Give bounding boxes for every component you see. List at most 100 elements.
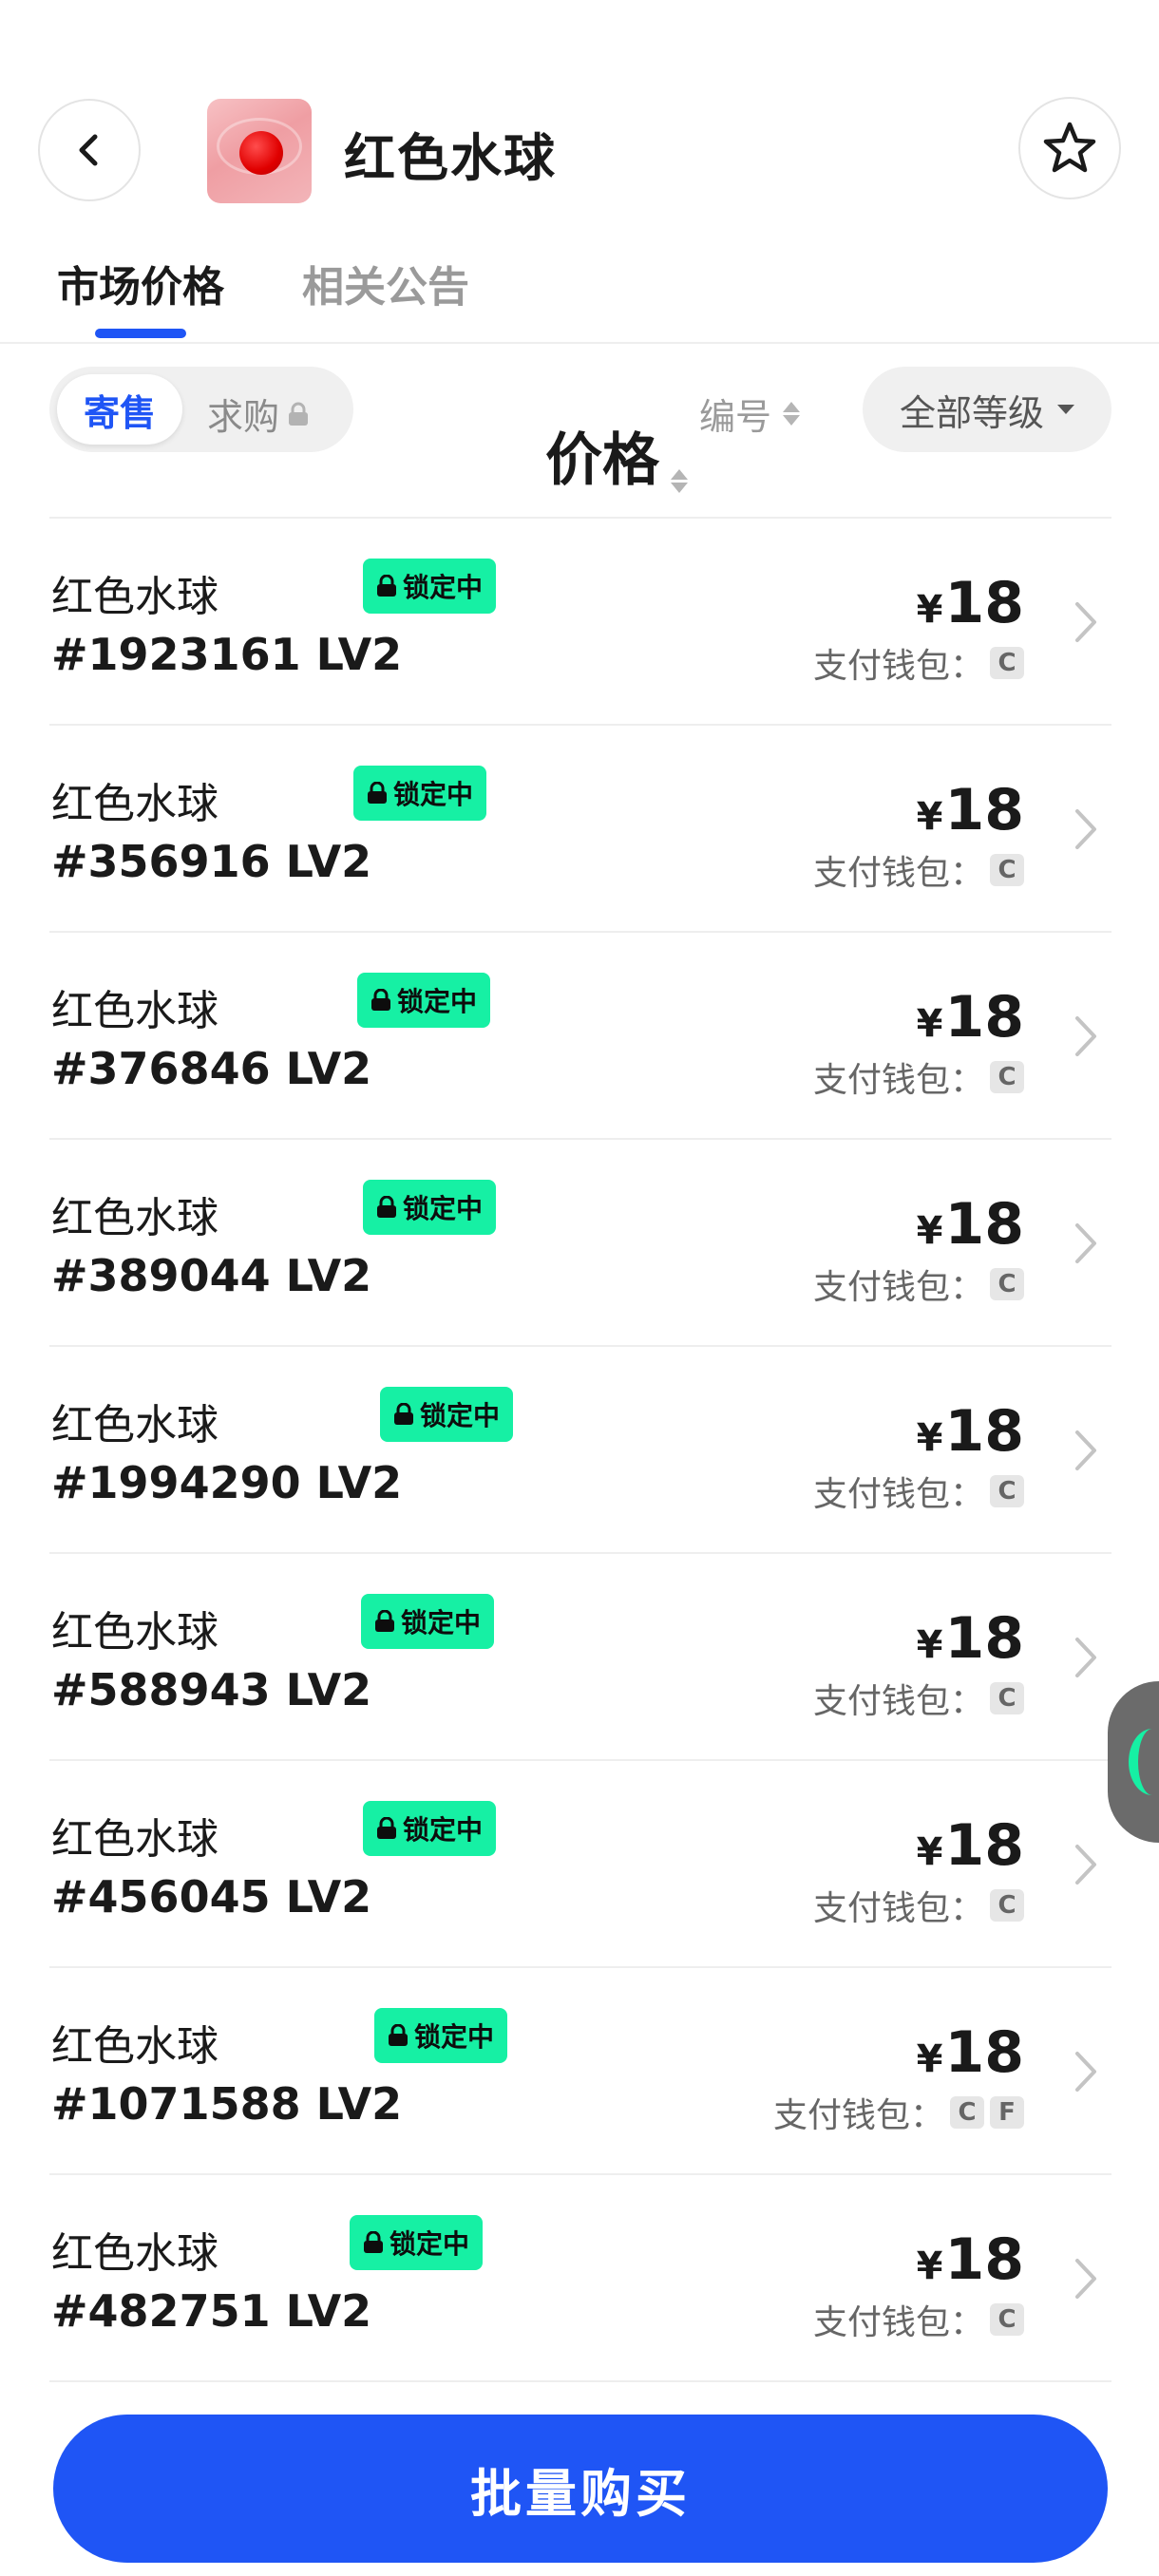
caret-down-icon <box>1057 405 1074 414</box>
listing-row[interactable]: 红色水球 锁定中 #588943 LV2 ¥ 18 支付钱包： C <box>49 1554 1112 1761</box>
item-name: 红色水球 <box>51 573 218 621</box>
listing-row[interactable]: 红色水球 锁定中 #389044 LV2 ¥ 18 支付钱包： C <box>49 1140 1112 1347</box>
item-serial: #482751 LV2 <box>51 2285 372 2337</box>
item-name: 红色水球 <box>51 1194 218 1242</box>
status-badge: 锁定中 <box>357 973 491 1028</box>
sort-arrows-icon <box>783 402 801 426</box>
payment-wallets: 支付钱包： C <box>813 845 1024 895</box>
wallet-tag: C <box>990 1061 1024 1093</box>
item-price: ¥ 18 <box>917 1812 1024 1879</box>
item-name: 红色水球 <box>51 1608 218 1657</box>
item-name: 红色水球 <box>51 987 218 1035</box>
status-badge: 锁定中 <box>363 1180 497 1235</box>
chevron-right-icon <box>1075 1016 1096 1056</box>
item-name: 红色水球 <box>51 780 218 828</box>
currency-symbol: ¥ <box>916 795 943 839</box>
chevron-right-icon <box>1075 1223 1096 1263</box>
top-header: 红色水球 <box>0 95 1159 209</box>
wallet-label: 支付钱包： <box>812 1268 984 1307</box>
status-badge: 锁定中 <box>363 1801 497 1856</box>
price-value: 18 <box>944 2019 1025 2086</box>
listing-row[interactable]: 红色水球 锁定中 #376846 LV2 ¥ 18 支付钱包： C <box>49 933 1112 1140</box>
lock-icon <box>289 402 309 426</box>
currency-symbol: ¥ <box>916 1623 943 1667</box>
payment-wallets: 支付钱包： C <box>813 1260 1024 1309</box>
item-price: ¥ 18 <box>917 1191 1024 1258</box>
wallet-label: 支付钱包： <box>812 1889 984 1928</box>
wallet-label: 支付钱包： <box>812 1682 984 1721</box>
item-serial: #456045 LV2 <box>51 1871 372 1923</box>
favorite-button[interactable] <box>1018 97 1121 199</box>
back-button[interactable] <box>38 99 141 201</box>
wallet-label: 支付钱包： <box>812 647 984 686</box>
status-text: 锁定中 <box>393 779 474 810</box>
item-serial: #356916 LV2 <box>51 836 372 887</box>
star-icon <box>1043 122 1096 173</box>
wallet-label: 支付钱包： <box>812 2303 984 2342</box>
back-arrow-icon <box>79 134 98 166</box>
chevron-right-icon <box>1075 1845 1096 1885</box>
chevron-right-icon <box>1075 1430 1096 1470</box>
trade-type-segment: 寄售 求购 <box>49 367 353 452</box>
item-price: ¥ 18 <box>917 777 1024 843</box>
lock-icon <box>371 989 390 1011</box>
segment-purchase-label: 求购 <box>207 396 280 438</box>
item-name: 红色水球 <box>51 1815 218 1864</box>
listing-list: 红色水球 锁定中 #1923161 LV2 ¥ 18 支付钱包： C 红色水球 <box>49 517 1112 2382</box>
item-serial: #376846 LV2 <box>51 1043 372 1094</box>
page-title: 红色水球 <box>344 128 557 188</box>
tab-bar: 市场价格 相关公告 <box>0 249 1159 344</box>
listing-row[interactable]: 红色水球 锁定中 #1071588 LV2 ¥ 18 支付钱包： CF <box>49 1968 1112 2175</box>
lock-icon <box>364 2231 383 2253</box>
chevron-right-icon <box>1075 602 1096 642</box>
wallet-tag: F <box>990 2096 1024 2129</box>
status-text: 锁定中 <box>403 1814 484 1846</box>
listing-row[interactable]: 红色水球 锁定中 #1994290 LV2 ¥ 18 支付钱包： C <box>49 1347 1112 1554</box>
listing-row[interactable]: 红色水球 锁定中 #456045 LV2 ¥ 18 支付钱包： C <box>49 1761 1112 1968</box>
currency-symbol: ¥ <box>916 1416 943 1460</box>
filter-bar: 寄售 求购 价格 编号 全部等级 <box>0 363 1159 494</box>
lock-icon <box>375 1610 394 1632</box>
price-value: 18 <box>944 777 1025 843</box>
listing-row[interactable]: 红色水球 锁定中 #482751 LV2 ¥ 18 支付钱包： C <box>49 2175 1112 2382</box>
status-text: 锁定中 <box>414 2021 495 2053</box>
price-value: 18 <box>944 1398 1025 1465</box>
status-text: 锁定中 <box>403 572 484 603</box>
item-serial: #1071588 LV2 <box>51 2078 403 2130</box>
item-price: ¥ 18 <box>917 2226 1024 2293</box>
item-serial: #389044 LV2 <box>51 1250 372 1301</box>
segment-purchase[interactable]: 求购 <box>207 388 310 440</box>
segment-consign[interactable]: 寄售 <box>57 374 182 445</box>
floating-assistant-button[interactable] <box>1108 1681 1159 1843</box>
item-serial: #1994290 LV2 <box>51 1457 403 1508</box>
listing-row[interactable]: 红色水球 锁定中 #356916 LV2 ¥ 18 支付钱包： C <box>49 726 1112 933</box>
lock-icon <box>368 782 387 804</box>
wallet-tag: C <box>990 1889 1024 1922</box>
tab-market-price[interactable]: 市场价格 <box>57 253 224 313</box>
lock-icon <box>377 1817 396 1839</box>
listing-row[interactable]: 红色水球 锁定中 #1923161 LV2 ¥ 18 支付钱包： C <box>49 519 1112 726</box>
payment-wallets: 支付钱包： C <box>813 1881 1024 1930</box>
status-badge: 锁定中 <box>380 1387 514 1442</box>
chevron-right-icon <box>1075 1638 1096 1677</box>
tab-announcements[interactable]: 相关公告 <box>302 253 469 313</box>
sort-arrows-icon <box>671 469 688 493</box>
wallet-tag: C <box>990 647 1024 679</box>
bulk-buy-button[interactable]: 批量购买 <box>53 2415 1108 2563</box>
sort-price-label: 价格 <box>545 427 659 494</box>
status-badge: 锁定中 <box>353 766 487 821</box>
wallet-tag: C <box>990 1475 1024 1507</box>
grade-dropdown[interactable]: 全部等级 <box>863 367 1112 452</box>
price-value: 18 <box>944 1191 1025 1258</box>
item-thumbnail <box>207 99 312 203</box>
wallet-label: 支付钱包： <box>812 1475 984 1514</box>
currency-symbol: ¥ <box>916 1830 943 1874</box>
item-serial: #588943 LV2 <box>51 1664 372 1715</box>
wallet-tag: C <box>990 854 1024 886</box>
item-name: 红色水球 <box>51 2229 218 2278</box>
status-text: 锁定中 <box>403 1193 484 1224</box>
status-text: 锁定中 <box>390 2228 470 2260</box>
payment-wallets: 支付钱包： C <box>813 1674 1024 1723</box>
chevron-right-icon <box>1075 809 1096 849</box>
sort-by-number[interactable]: 编号 <box>699 388 801 440</box>
